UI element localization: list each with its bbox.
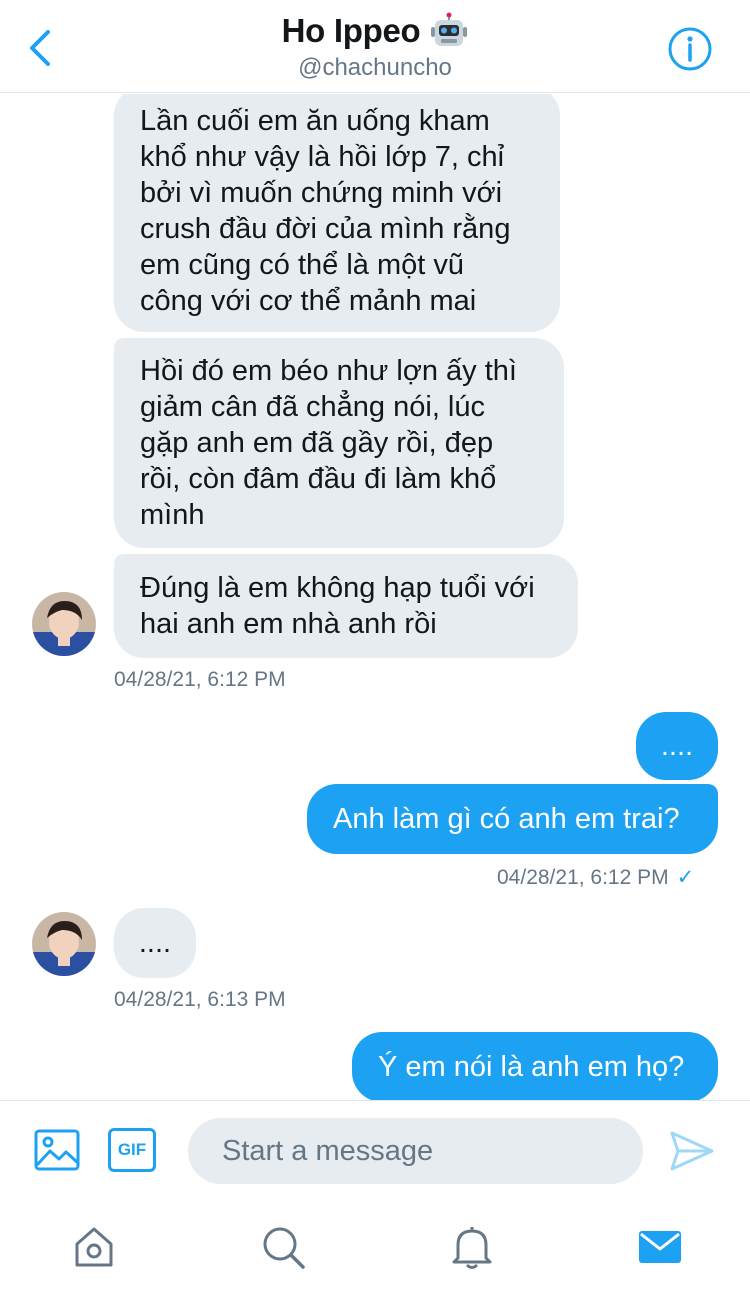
message-timestamp: 04/28/21, 6:12 PM [114,668,286,691]
message-bubble-incoming[interactable]: Hồi đó em béo như lợn ấy thì giảm cân đã… [114,338,564,548]
bottom-tab-bar [0,1198,750,1298]
info-button[interactable] [667,26,713,72]
tab-search[interactable] [260,1224,306,1270]
message-timestamp: 04/28/21, 6:12 PM ✓ [497,865,694,890]
tab-home[interactable] [71,1224,117,1270]
message-bubble-incoming[interactable]: Lần cuối em ăn uống kham khổ như vậy là … [114,94,560,332]
gif-label: GIF [117,1140,147,1159]
message-bubble-incoming[interactable]: .... [114,908,196,978]
message-line: Ý em nói là anh em họ? [378,1051,685,1083]
timestamp-text: 04/28/21, 6:12 PM [497,866,669,889]
message-timestamp: 04/28/21, 6:13 PM [114,988,286,1011]
message-line: rồi, còn đâm đầu đi làm khổ [140,463,497,495]
search-icon [263,1227,305,1269]
message-line: khổ như vậy là hồi lớp 7, chỉ [140,141,505,173]
messages-icon [639,1231,681,1263]
message-bubble-outgoing[interactable]: Anh làm gì có anh em trai? [307,784,718,854]
message-input[interactable] [188,1118,643,1184]
home-icon [75,1227,113,1267]
conversation-title: Ho Ippeo [282,12,469,50]
message-list[interactable]: Lần cuối em ăn uống kham khổ như vậy là … [0,94,750,1100]
add-photo-button[interactable] [34,1127,80,1173]
message-line: Anh làm gì có anh em trai? [333,803,680,835]
image-icon [34,1129,80,1171]
robot-emoji-icon [431,12,468,46]
avatar-photo [32,592,96,656]
message-composer: GIF [0,1100,750,1198]
avatar-photo [32,912,96,976]
message-bubble-outgoing[interactable]: .... [636,712,718,780]
message-line: mình [140,499,205,531]
read-receipt-icon: ✓ [676,866,695,889]
message-line: .... [660,730,694,762]
message-line: crush đầu đời của mình rằng [140,213,511,245]
notifications-icon [452,1227,492,1269]
tab-messages[interactable] [637,1224,683,1270]
message-line: .... [138,927,172,959]
message-line: gặp anh em đã gầy rồi, đẹp [140,427,494,459]
contact-handle: @chachuncho [298,54,452,81]
tab-notifications[interactable] [449,1224,495,1270]
message-bubble-incoming[interactable]: Đúng là em không hạp tuổi với hai anh em… [114,554,578,658]
message-bubble-outgoing[interactable]: Ý em nói là anh em họ? [352,1032,718,1100]
message-line: em cũng có thể là một vũ [140,249,464,281]
dm-conversation-screen: Ho Ippeo @chachuncho Lần cuối em ăn uống… [0,0,750,1298]
conversation-title-block[interactable]: Ho Ippeo @chachuncho [0,12,750,82]
contact-avatar[interactable] [32,592,96,656]
message-line: công với cơ thể mảnh mai [140,285,477,317]
message-line: Hồi đó em béo như lợn ấy thì [140,355,517,387]
message-line: bởi vì muốn chứng minh với [140,177,503,209]
send-icon [670,1131,714,1171]
info-icon [668,27,712,71]
contact-name: Ho Ippeo [281,12,421,49]
message-line: Lần cuối em ăn uống kham [140,105,490,137]
contact-avatar[interactable] [32,912,96,976]
message-line: giảm cân đã chẳng nói, lúc [140,391,485,423]
message-line: Đúng là em không hạp tuổi với [140,572,535,604]
message-line: hai anh em nhà anh rồi [140,608,437,640]
gif-button[interactable]: GIF [108,1128,156,1172]
send-button[interactable] [668,1129,716,1173]
conversation-header: Ho Ippeo @chachuncho [0,0,750,93]
